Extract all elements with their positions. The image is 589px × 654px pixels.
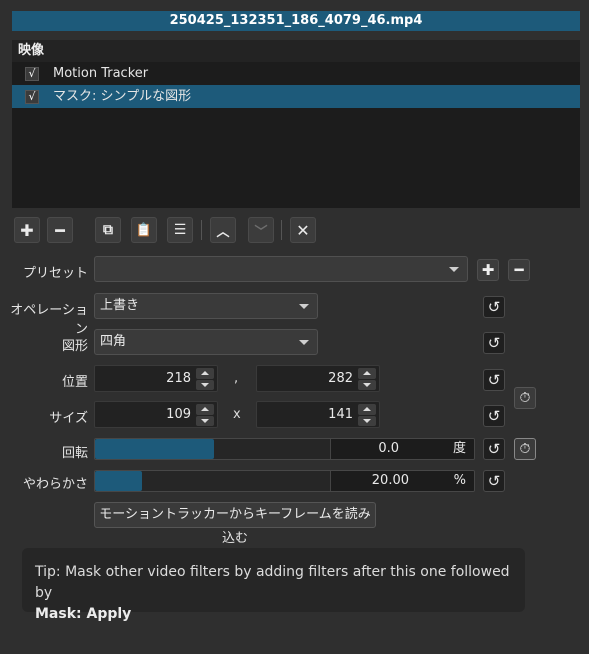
chevron-up-icon: ︿ xyxy=(216,224,230,240)
shape-reset-button[interactable]: ↺ xyxy=(483,332,505,354)
chevron-down-icon xyxy=(299,304,309,309)
position-x-value: 218 xyxy=(166,371,191,386)
chevron-down-icon: ﹀ xyxy=(254,224,268,240)
operation-reset-button[interactable]: ↺ xyxy=(483,296,505,318)
add-filter-button[interactable]: ✚ xyxy=(14,217,40,243)
preset-select[interactable] xyxy=(94,256,468,282)
filter-enabled-checkbox[interactable]: √ xyxy=(25,66,39,81)
decrement-button[interactable] xyxy=(196,379,214,390)
stack-icon: ☰ xyxy=(173,222,187,238)
position-reset-button[interactable]: ↺ xyxy=(483,369,505,391)
undo-icon: ↺ xyxy=(487,371,501,389)
chevron-down-icon xyxy=(449,267,459,272)
undo-icon: ↺ xyxy=(487,334,501,352)
size-width-value: 109 xyxy=(166,407,191,422)
position-y-input[interactable]: 282 xyxy=(256,365,380,392)
rotation-slider[interactable]: 0.0 度 xyxy=(94,438,475,460)
undo-icon: ↺ xyxy=(487,440,501,458)
size-height-value: 141 xyxy=(328,407,353,422)
softness-value: 20.00 xyxy=(371,473,409,488)
position-separator: , xyxy=(234,371,239,386)
filter-item-label: Motion Tracker xyxy=(53,66,149,81)
position-label: 位置 xyxy=(61,375,88,390)
remove-filter-button[interactable]: ━ xyxy=(47,217,73,243)
filter-list-header: 映像 xyxy=(12,40,580,62)
undo-icon: ↺ xyxy=(487,472,501,490)
rotation-label: 回転 xyxy=(61,446,88,461)
save-preset-button[interactable]: ✚ xyxy=(477,259,499,281)
size-width-input[interactable]: 109 xyxy=(94,401,218,428)
close-icon: ✕ xyxy=(296,220,310,240)
size-height-input[interactable]: 141 xyxy=(256,401,380,428)
tip-box: Tip: Mask other video filters by adding … xyxy=(22,548,525,622)
toolbar-divider xyxy=(281,220,282,240)
increment-button[interactable] xyxy=(196,368,214,379)
decrement-button[interactable] xyxy=(358,379,376,390)
clipboard-icon: 📋 xyxy=(135,222,153,238)
rotation-slider-fill xyxy=(95,439,214,459)
rotation-keyframes-button[interactable]: ⏱ xyxy=(514,438,536,460)
position-x-input[interactable]: 218 xyxy=(94,365,218,392)
operation-label: オペレーション xyxy=(10,303,88,337)
paste-filter-button[interactable]: 📋 xyxy=(131,217,157,243)
rotation-value: 0.0 xyxy=(378,441,399,456)
deselect-button[interactable]: ✕ xyxy=(290,217,316,243)
filter-list[interactable]: 映像 √ Motion Tracker √ マスク: シンプルな図形 xyxy=(12,40,580,208)
window-title: 250425_132351_186_4079_46.mp4 xyxy=(12,11,580,31)
undo-icon: ↺ xyxy=(487,298,501,316)
tip-bold-text: Mask: Apply xyxy=(35,606,132,622)
size-reset-button[interactable]: ↺ xyxy=(483,405,505,427)
delete-preset-button[interactable]: ━ xyxy=(508,259,530,281)
increment-button[interactable] xyxy=(358,368,376,379)
filter-item-label: マスク: シンプルな図形 xyxy=(53,89,192,104)
stopwatch-icon: ⏱ xyxy=(519,390,531,406)
chevron-down-icon xyxy=(299,340,309,345)
softness-reset-button[interactable]: ↺ xyxy=(483,470,505,492)
move-up-button[interactable]: ︿ xyxy=(210,217,236,243)
increment-button[interactable] xyxy=(196,404,214,415)
increment-button[interactable] xyxy=(358,404,376,415)
filter-enabled-checkbox[interactable]: √ xyxy=(25,89,39,104)
shape-label: 図形 xyxy=(61,339,88,354)
copy-filter-button[interactable]: ⧉ xyxy=(95,217,121,243)
plus-icon: ✚ xyxy=(20,220,34,240)
minus-icon: ━ xyxy=(514,261,524,279)
move-down-button[interactable]: ﹀ xyxy=(248,217,274,243)
position-y-value: 282 xyxy=(328,371,353,386)
tip-text: Tip: Mask other video filters by adding … xyxy=(35,564,510,601)
size-label: サイズ xyxy=(49,411,88,426)
operation-select[interactable]: 上書き xyxy=(94,293,318,319)
softness-label: やわらかさ xyxy=(22,477,88,492)
filter-sets-button[interactable]: ☰ xyxy=(167,217,193,243)
size-separator: x xyxy=(233,407,241,422)
softness-slider[interactable]: 20.00 % xyxy=(94,470,475,492)
softness-slider-fill xyxy=(95,471,142,491)
softness-unit: % xyxy=(453,473,466,488)
rotation-reset-button[interactable]: ↺ xyxy=(483,438,505,460)
plus-icon: ✚ xyxy=(481,261,495,279)
toolbar-divider xyxy=(201,220,202,240)
preset-label: プリセット xyxy=(22,266,88,281)
decrement-button[interactable] xyxy=(358,415,376,426)
operation-value: 上書き xyxy=(100,298,140,313)
shape-select[interactable]: 四角 xyxy=(94,329,318,355)
load-keyframes-from-tracker-button[interactable]: モーショントラッカーからキーフレームを読み込む xyxy=(94,502,376,546)
minus-icon: ━ xyxy=(55,220,65,240)
stopwatch-icon: ⏱ xyxy=(519,441,531,457)
rotation-unit: 度 xyxy=(452,441,466,456)
rect-keyframes-button[interactable]: ⏱ xyxy=(514,387,536,409)
filter-item-mask-simple-shape[interactable]: √ マスク: シンプルな図形 xyxy=(12,85,580,108)
copy-icon: ⧉ xyxy=(103,222,113,238)
decrement-button[interactable] xyxy=(196,415,214,426)
filter-item-motion-tracker[interactable]: √ Motion Tracker xyxy=(12,62,580,85)
shape-value: 四角 xyxy=(100,334,127,349)
undo-icon: ↺ xyxy=(487,407,501,425)
